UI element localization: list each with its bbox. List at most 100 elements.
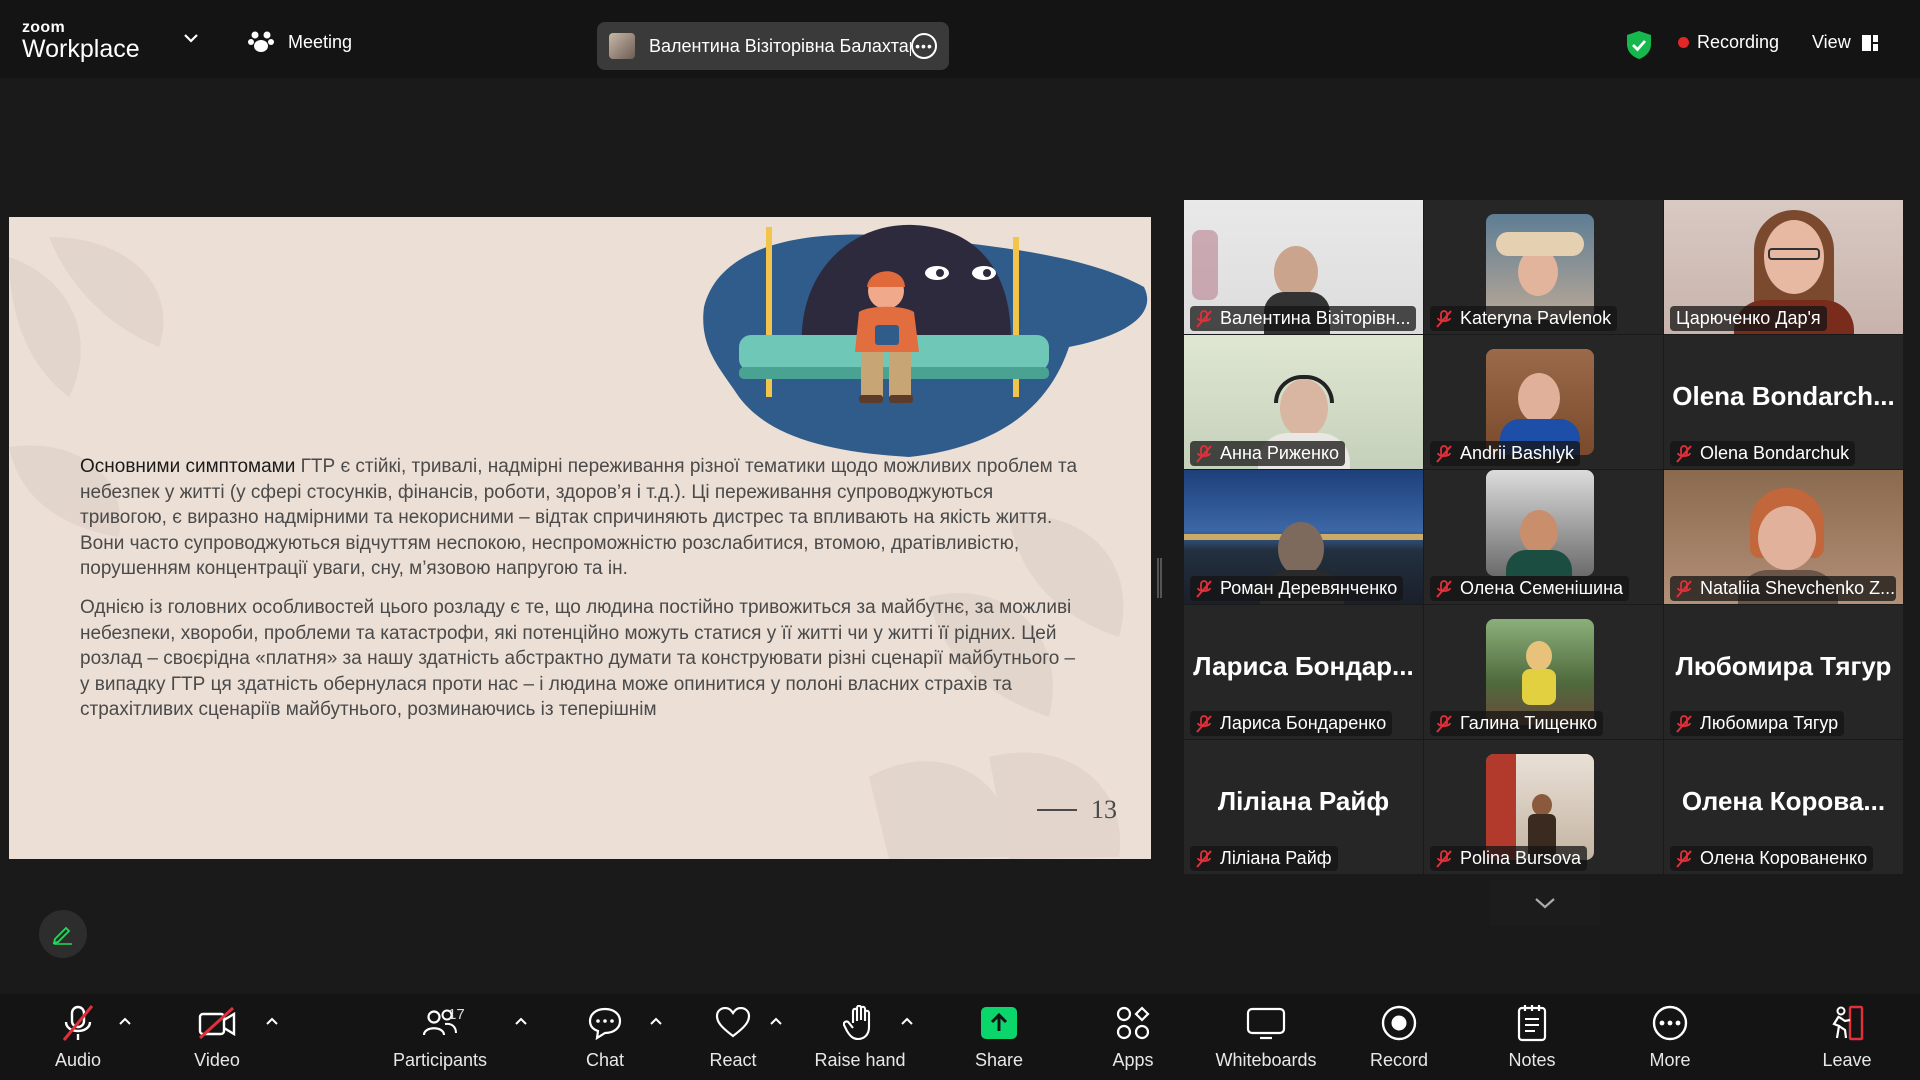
participant-tile-active-speaker[interactable]: Царюченко Дар'я bbox=[1664, 200, 1903, 334]
participant-name: Olena Bondarchuk bbox=[1700, 443, 1850, 463]
view-button[interactable]: View bbox=[1812, 32, 1879, 53]
mic-muted-icon bbox=[1676, 444, 1692, 463]
participant-name: Nataliia Shevchenko Z... bbox=[1700, 578, 1896, 598]
participant-tile[interactable]: Andrii Bashlyk bbox=[1424, 335, 1663, 469]
mic-muted-icon bbox=[1196, 579, 1212, 598]
view-grid-icon bbox=[1861, 34, 1878, 51]
participant-display-name: Олена Корова... bbox=[1681, 786, 1886, 816]
share-screen-icon bbox=[981, 1007, 1017, 1039]
whiteboard-icon bbox=[1246, 1007, 1286, 1040]
security-shield-icon[interactable] bbox=[1626, 30, 1652, 60]
speaker-avatar bbox=[609, 33, 635, 59]
participant-tile[interactable]: Ліліана Райф Ліліана Райф bbox=[1184, 740, 1423, 874]
active-speaker-pill[interactable]: Валентина Візіторівна Балахтар' ••• bbox=[597, 22, 949, 70]
more-icon bbox=[1652, 1005, 1688, 1041]
leave-icon bbox=[1832, 1005, 1864, 1041]
participant-tile[interactable]: Валентина Візіторівн... bbox=[1184, 200, 1423, 334]
participant-tile[interactable]: Любомира Тягур Любомира Тягур bbox=[1664, 605, 1903, 739]
mic-muted-icon bbox=[1676, 714, 1692, 733]
more-options-icon[interactable]: ••• bbox=[911, 33, 937, 59]
shared-screen-slide: Основними симптомами ГТР є стійкі, трива… bbox=[9, 217, 1151, 859]
participant-tile[interactable]: Олена Корова... Олена Корованенко bbox=[1664, 740, 1903, 874]
participant-name: Олена Семенішина bbox=[1460, 578, 1624, 598]
participant-display-name: Ліліана Райф bbox=[1217, 786, 1390, 816]
mic-muted-icon bbox=[1196, 714, 1212, 733]
meeting-label: Meeting bbox=[288, 31, 353, 52]
mic-muted-icon bbox=[1196, 849, 1212, 868]
gallery-next-page-button[interactable] bbox=[1490, 880, 1600, 926]
record-icon bbox=[1381, 1005, 1417, 1041]
annotate-button[interactable] bbox=[39, 910, 87, 958]
pencil-icon bbox=[52, 926, 72, 945]
participants-count: 17 bbox=[448, 1006, 465, 1023]
leave-button[interactable]: Leave bbox=[1787, 1004, 1907, 1071]
mic-muted-icon bbox=[1196, 309, 1212, 328]
whiteboards-button[interactable]: Whiteboards bbox=[1206, 1004, 1326, 1071]
heart-icon bbox=[715, 1007, 751, 1038]
participants-button[interactable]: 17 Participants bbox=[380, 1004, 500, 1071]
chat-button[interactable]: Chat bbox=[545, 1004, 665, 1071]
notes-button[interactable]: Notes bbox=[1472, 1004, 1592, 1071]
zoom-logo: zoom Workplace bbox=[22, 19, 140, 63]
meeting-menu[interactable]: Meeting bbox=[248, 30, 352, 54]
mic-muted-icon bbox=[1436, 714, 1452, 733]
chat-options-caret-icon[interactable] bbox=[649, 1016, 663, 1026]
video-off-icon bbox=[198, 1006, 236, 1040]
apps-button[interactable]: Apps bbox=[1073, 1004, 1193, 1071]
video-options-caret-icon[interactable] bbox=[265, 1016, 279, 1026]
participant-name: Kateryna Pavlenok bbox=[1460, 308, 1612, 328]
more-button[interactable]: More bbox=[1610, 1004, 1730, 1071]
participants-options-caret-icon[interactable] bbox=[514, 1016, 528, 1026]
audio-button[interactable]: Audio bbox=[18, 1004, 138, 1071]
participant-name: Лариса Бондаренко bbox=[1220, 713, 1387, 733]
slide-paragraph-1: Основними симптомами ГТР є стійкі, трива… bbox=[80, 456, 1078, 579]
participant-name: Валентина Візіторівн... bbox=[1220, 308, 1411, 328]
raise-hand-button[interactable]: Raise hand bbox=[800, 1004, 920, 1071]
participant-name: Олена Корованенко bbox=[1700, 848, 1868, 868]
participant-name: Анна Риженко bbox=[1220, 443, 1340, 463]
recording-indicator[interactable]: Recording bbox=[1678, 32, 1779, 53]
react-options-caret-icon[interactable] bbox=[769, 1016, 783, 1026]
participant-tile[interactable]: Nataliia Shevchenko Z... bbox=[1664, 470, 1903, 604]
react-button[interactable]: React bbox=[673, 1004, 793, 1071]
participant-name: Andrii Bashlyk bbox=[1460, 443, 1575, 463]
mic-muted-icon bbox=[62, 1005, 94, 1041]
participant-name: Царюченко Дар'я bbox=[1676, 308, 1821, 328]
participant-gallery: Валентина Візіторівн... Kateryna Pavleno… bbox=[1184, 200, 1904, 876]
participant-name: Polina Bursova bbox=[1460, 848, 1582, 868]
apps-icon bbox=[1116, 1006, 1150, 1040]
participant-tile[interactable]: Олена Семенішина bbox=[1424, 470, 1663, 604]
panel-resize-handle[interactable] bbox=[1157, 558, 1162, 598]
chevron-down-icon[interactable] bbox=[183, 32, 199, 44]
participant-tile[interactable]: Olena Bondarch... Olena Bondarchuk bbox=[1664, 335, 1903, 469]
slide-page-number: 13 bbox=[1037, 795, 1117, 825]
video-button[interactable]: Video bbox=[157, 1004, 277, 1071]
participant-tile[interactable]: Анна Риженко bbox=[1184, 335, 1423, 469]
mic-muted-icon bbox=[1676, 849, 1692, 868]
participant-name: Любомира Тягур bbox=[1700, 713, 1839, 733]
top-bar: zoom Workplace Meeting Валентина Візітор… bbox=[0, 0, 1920, 78]
participant-tile[interactable]: Лариса Бондар... Лариса Бондаренко bbox=[1184, 605, 1423, 739]
audio-options-caret-icon[interactable] bbox=[118, 1016, 132, 1026]
recording-dot-icon bbox=[1678, 37, 1689, 48]
chat-icon bbox=[588, 1007, 622, 1040]
chevron-down-icon bbox=[1535, 898, 1555, 909]
participants-paw-icon bbox=[248, 31, 274, 52]
participant-tile[interactable]: Роман Деревянченко bbox=[1184, 470, 1423, 604]
active-speaker-name: Валентина Візіторівна Балахтар' bbox=[649, 35, 911, 56]
share-button[interactable]: Share bbox=[939, 1004, 1059, 1071]
raise-hand-options-caret-icon[interactable] bbox=[900, 1016, 914, 1026]
mic-muted-icon bbox=[1436, 579, 1452, 598]
notes-icon bbox=[1517, 1005, 1547, 1042]
mic-muted-icon bbox=[1436, 444, 1452, 463]
participant-tile[interactable]: Kateryna Pavlenok bbox=[1424, 200, 1663, 334]
participant-name: Галина Тищенко bbox=[1460, 713, 1598, 733]
record-button[interactable]: Record bbox=[1339, 1004, 1459, 1071]
participant-tile[interactable]: Polina Bursova bbox=[1424, 740, 1663, 874]
raise-hand-icon bbox=[843, 1005, 871, 1041]
participant-tile[interactable]: Галина Тищенко bbox=[1424, 605, 1663, 739]
slide-paragraph-2: Однією із головних особливостей цього ро… bbox=[80, 597, 1076, 720]
participant-display-name: Любомира Тягур bbox=[1675, 651, 1892, 681]
mic-muted-icon bbox=[1436, 849, 1452, 868]
participant-name: Ліліана Райф bbox=[1220, 848, 1332, 868]
